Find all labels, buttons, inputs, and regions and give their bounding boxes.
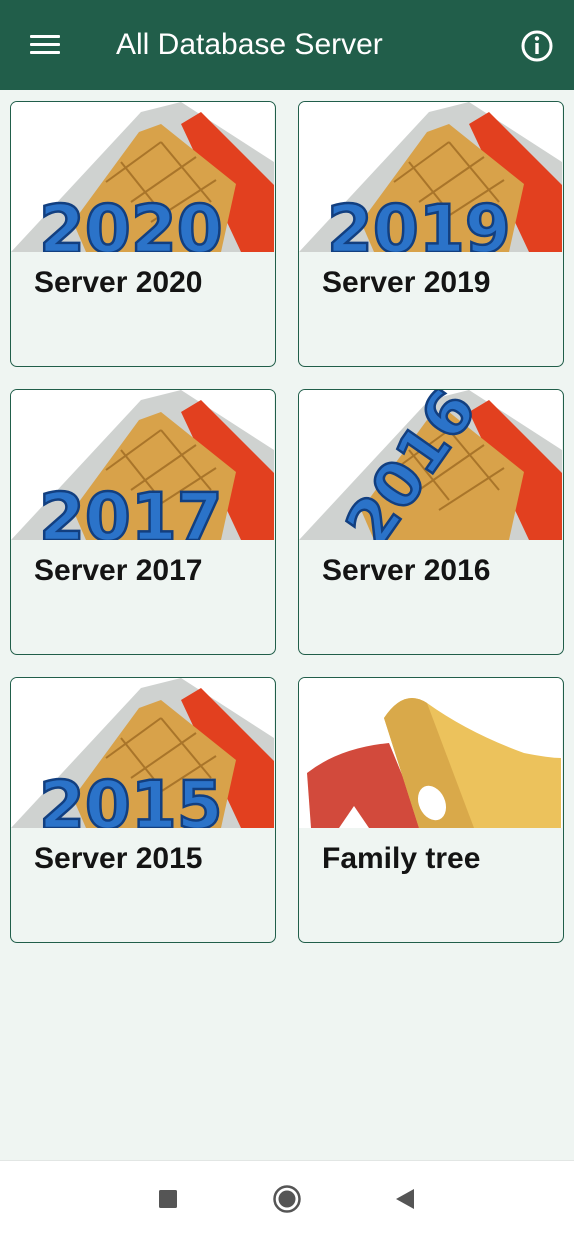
sim-card-2017-image: 2017 xyxy=(11,390,274,540)
card-label: Server 2017 xyxy=(34,554,203,587)
info-icon[interactable] xyxy=(519,28,555,64)
hamburger-menu-icon[interactable] xyxy=(24,26,66,64)
theater-masks-image xyxy=(299,678,562,828)
svg-text:2017: 2017 xyxy=(39,479,223,540)
server-2015-card[interactable]: 2015 Server 2015 xyxy=(10,677,276,943)
card-label: Family tree xyxy=(322,842,481,875)
card-label: Server 2016 xyxy=(322,554,491,587)
card-label: Server 2020 xyxy=(34,266,203,299)
home-circle-icon[interactable] xyxy=(269,1181,305,1217)
server-2019-card[interactable]: 2019 Server 2019 xyxy=(298,101,564,367)
sim-card-2019-image: 2019 xyxy=(299,102,562,252)
card-label: Server 2019 xyxy=(322,266,491,299)
back-triangle-icon[interactable] xyxy=(387,1181,423,1217)
sim-card-2016-image: 2016 xyxy=(299,390,562,540)
svg-text:2019: 2019 xyxy=(327,191,511,252)
server-2017-card[interactable]: 2017 Server 2017 xyxy=(10,389,276,655)
page-title: All Database Server xyxy=(116,28,383,61)
server-2020-card[interactable]: 2020 Server 2020 xyxy=(10,101,276,367)
sim-card-2020-image: 2020 xyxy=(11,102,274,252)
system-nav-bar xyxy=(0,1160,574,1237)
app-bar: All Database Server xyxy=(0,0,574,90)
family-tree-card[interactable]: Family tree xyxy=(298,677,564,943)
server-2016-card[interactable]: 2016 Server 2016 xyxy=(298,389,564,655)
svg-text:2020: 2020 xyxy=(39,191,223,252)
svg-text:2015: 2015 xyxy=(39,767,223,828)
recents-square-icon[interactable] xyxy=(150,1181,186,1217)
card-label: Server 2015 xyxy=(34,842,203,875)
sim-card-2015-image: 2015 xyxy=(11,678,274,828)
